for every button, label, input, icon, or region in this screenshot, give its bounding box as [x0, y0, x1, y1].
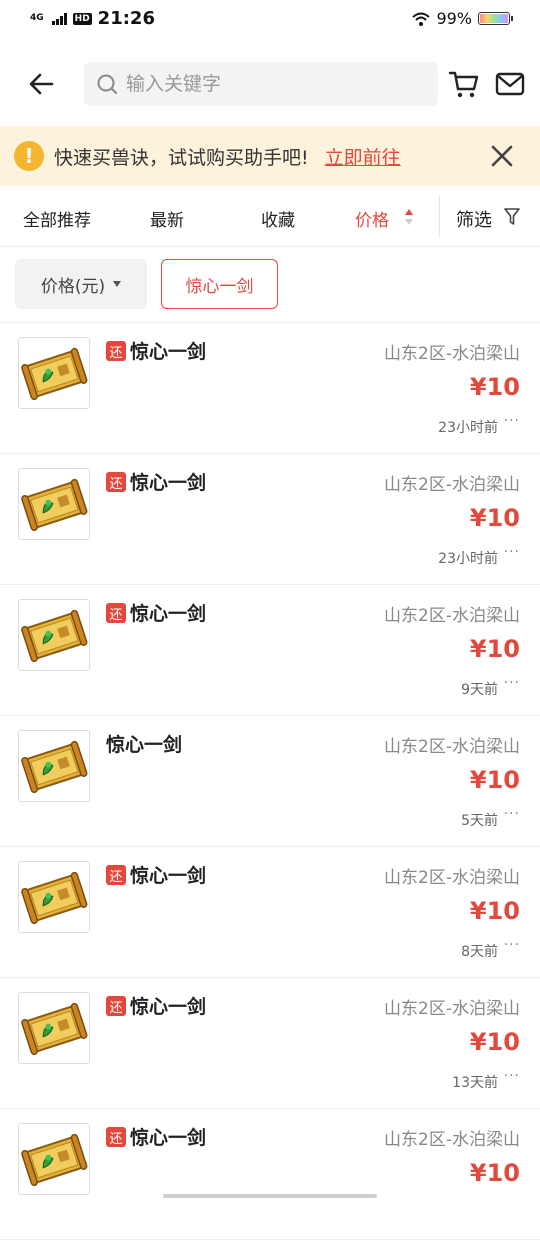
server-name: 山东2区-水泊梁山 — [384, 475, 520, 495]
message-icon[interactable] — [494, 68, 526, 100]
server-name: 山东2区-水泊梁山 — [384, 868, 520, 888]
signal-icon — [51, 12, 67, 25]
scroll-book-icon — [18, 468, 90, 540]
listing-time: 8天前 — [461, 944, 498, 960]
filter-icon[interactable] — [504, 208, 520, 226]
scroll-book-icon — [18, 337, 90, 409]
return-tag: 还 — [106, 865, 126, 885]
item-price: ¥10 — [469, 635, 520, 663]
cart-icon[interactable] — [448, 68, 480, 100]
item-price: ¥10 — [469, 504, 520, 532]
filter-button[interactable]: 筛选 — [456, 206, 492, 232]
status-bar: 4G HD 21:26 99% — [0, 0, 540, 40]
list-item[interactable]: 还 惊心一剑 山东2区-水泊梁山 ¥10 13天前 ··· — [0, 978, 540, 1109]
tab-favorites[interactable]: 收藏 — [261, 206, 295, 231]
caret-down-icon — [113, 281, 122, 287]
battery-icon — [478, 12, 513, 25]
more-dots-icon[interactable]: ··· — [504, 544, 520, 560]
more-dots-icon[interactable]: ··· — [504, 937, 520, 953]
divider — [439, 196, 440, 238]
list-item[interactable]: 还 惊心一剑 山东2区-水泊梁山 ¥10 23小时前 ··· — [0, 323, 540, 454]
wifi-icon — [412, 12, 431, 26]
more-dots-icon[interactable]: ··· — [504, 806, 520, 822]
more-dots-icon[interactable]: ··· — [504, 675, 520, 691]
item-price: ¥10 — [469, 1159, 520, 1187]
back-arrow-icon[interactable] — [26, 68, 58, 100]
return-tag: 还 — [106, 472, 126, 492]
list-item[interactable]: 还 惊心一剑 山东2区-水泊梁山 ¥10 — [0, 1109, 540, 1240]
server-name: 山东2区-水泊梁山 — [384, 344, 520, 364]
more-dots-icon[interactable]: ··· — [504, 1068, 520, 1084]
banner-link[interactable]: 立即前往 — [325, 143, 401, 170]
return-tag: 还 — [106, 996, 126, 1016]
listing-time: 13天前 — [452, 1075, 498, 1091]
list-item[interactable]: 惊心一剑 山东2区-水泊梁山 ¥10 5天前 ··· — [0, 716, 540, 847]
item-title: 惊心一剑 — [130, 603, 207, 625]
scroll-book-icon — [18, 992, 90, 1064]
list-item[interactable]: 还 惊心一剑 山东2区-水泊梁山 ¥10 8天前 ··· — [0, 847, 540, 978]
server-name: 山东2区-水泊梁山 — [384, 999, 520, 1019]
listing-time: 23小时前 — [438, 551, 498, 567]
server-name: 山东2区-水泊梁山 — [384, 1130, 520, 1150]
item-title: 惊心一剑 — [130, 472, 207, 494]
tab-price[interactable]: 价格 — [355, 206, 389, 231]
hd-badge: HD — [72, 12, 92, 25]
scroll-book-icon — [18, 730, 90, 802]
top-bar — [0, 56, 540, 112]
item-title: 惊心一剑 — [130, 1127, 207, 1149]
tab-latest[interactable]: 最新 — [150, 206, 184, 231]
item-price: ¥10 — [469, 897, 520, 925]
search-input[interactable] — [124, 72, 418, 96]
search-icon — [97, 74, 117, 94]
item-price: ¥10 — [469, 373, 520, 401]
server-name: 山东2区-水泊梁山 — [384, 737, 520, 757]
network-label: 4G — [30, 13, 44, 23]
item-title: 惊心一剑 — [106, 734, 183, 756]
price-dropdown[interactable]: 价格(元) — [15, 259, 147, 309]
banner-text: 快速买兽诀，试试购买助手吧! — [54, 146, 309, 169]
sort-arrows-icon — [405, 209, 413, 225]
scroll-book-icon — [18, 1123, 90, 1195]
return-tag: 还 — [106, 603, 126, 623]
listing-time: 23小时前 — [438, 420, 498, 436]
scroll-book-icon — [18, 599, 90, 671]
sort-bar: 全部推荐 最新 收藏 价格 筛选 — [0, 188, 540, 247]
warning-icon: ! — [14, 141, 44, 171]
keyword-chip[interactable]: 惊心一剑 — [161, 259, 278, 309]
home-indicator[interactable] — [163, 1194, 377, 1198]
close-icon[interactable] — [488, 142, 516, 170]
listing-time: 5天前 — [461, 813, 498, 829]
listing-list: 还 惊心一剑 山东2区-水泊梁山 ¥10 23小时前 ··· 还 惊心一剑 山东… — [0, 323, 540, 1240]
item-title: 惊心一剑 — [130, 996, 207, 1018]
server-name: 山东2区-水泊梁山 — [384, 606, 520, 626]
item-title: 惊心一剑 — [130, 865, 207, 887]
clock: 21:26 — [97, 8, 155, 29]
price-dropdown-label: 价格(元) — [40, 276, 106, 297]
item-price: ¥10 — [469, 766, 520, 794]
tab-recommended[interactable]: 全部推荐 — [23, 206, 91, 231]
search-bar[interactable] — [84, 62, 438, 106]
listing-time: 9天前 — [461, 682, 498, 698]
filter-chips: 价格(元) 惊心一剑 — [0, 246, 540, 323]
battery-percent: 99% — [436, 9, 472, 28]
item-title: 惊心一剑 — [130, 341, 207, 363]
scroll-book-icon — [18, 861, 90, 933]
more-dots-icon[interactable]: ··· — [504, 413, 520, 429]
list-item[interactable]: 还 惊心一剑 山东2区-水泊梁山 ¥10 9天前 ··· — [0, 585, 540, 716]
return-tag: 还 — [106, 341, 126, 361]
promo-banner: ! 快速买兽诀，试试购买助手吧! 立即前往 — [0, 126, 540, 186]
item-price: ¥10 — [469, 1028, 520, 1056]
return-tag: 还 — [106, 1127, 126, 1147]
list-item[interactable]: 还 惊心一剑 山东2区-水泊梁山 ¥10 23小时前 ··· — [0, 454, 540, 585]
